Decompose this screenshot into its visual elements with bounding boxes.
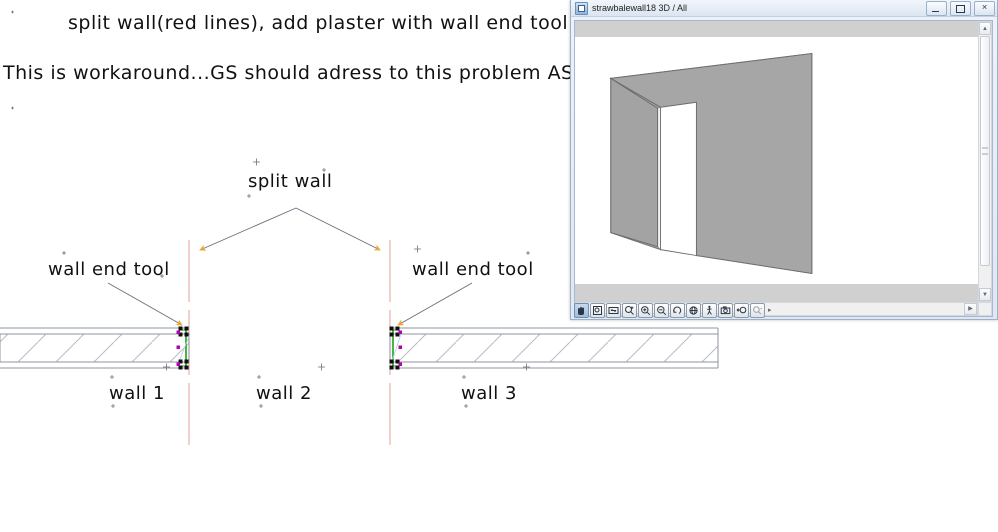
minimize-button[interactable] xyxy=(926,0,947,16)
window-title: strawbalewall18 3D / All xyxy=(592,3,688,13)
label-split-wall: split wall xyxy=(248,171,333,192)
wall-1-section[interactable] xyxy=(0,327,190,369)
wall-3-section[interactable] xyxy=(389,327,719,369)
label-wall-3: wall 3 xyxy=(461,383,517,404)
chevron-right-icon: ▶ xyxy=(968,306,973,312)
chevron-down-icon: ▼ xyxy=(982,291,988,298)
3d-view-window[interactable]: strawbalewall18 3D / All ✕ ▲ ▼ ▶ ▸ xyxy=(570,0,998,320)
toolbar-overflow-icon[interactable]: ▸ xyxy=(768,306,772,314)
scrollbar-corner xyxy=(978,302,992,316)
label-wall-end-tool-left: wall end tool xyxy=(48,259,170,280)
window-title-bar[interactable]: strawbalewall18 3D / All ✕ xyxy=(571,0,997,17)
zoom-out-tool[interactable] xyxy=(654,302,669,318)
scroll-down-button[interactable]: ▼ xyxy=(979,288,991,301)
leader-split-wall-right xyxy=(295,207,381,251)
zoom-dropdown-tool[interactable] xyxy=(750,302,765,318)
headline-1: split wall(red lines), add plaster with … xyxy=(68,12,569,34)
pan-hand-tool[interactable] xyxy=(574,302,589,318)
fit-in-window-tool[interactable] xyxy=(606,302,621,318)
close-icon: ✕ xyxy=(981,4,988,12)
3d-viewport[interactable] xyxy=(575,21,978,302)
label-wall-end-tool-right: wall end tool xyxy=(412,259,534,280)
3d-navigation-toolbar[interactable]: ▸ xyxy=(574,302,772,318)
close-button[interactable]: ✕ xyxy=(974,0,995,16)
globe-rotate-tool[interactable] xyxy=(686,302,701,318)
label-wall-1: wall 1 xyxy=(109,383,165,404)
3d-wall-model[interactable] xyxy=(575,21,978,302)
scroll-up-button[interactable]: ▲ xyxy=(979,22,991,35)
screenshot-root: split wall(red lines), add plaster with … xyxy=(0,0,998,532)
zoom-selection-tool[interactable] xyxy=(622,302,637,318)
leader-wall-end-tool-right xyxy=(397,282,473,326)
headline-2: This is workaround...GS should adress to… xyxy=(3,62,588,84)
window-control-buttons: ✕ xyxy=(926,0,995,16)
camera-tool[interactable] xyxy=(718,302,733,318)
leader-split-wall-left xyxy=(199,207,297,251)
maximize-button[interactable] xyxy=(950,0,971,16)
walk-through-tool[interactable] xyxy=(702,302,717,318)
label-wall-2: wall 2 xyxy=(256,383,312,404)
scroll-right-button[interactable]: ▶ xyxy=(964,303,977,315)
app-window-icon xyxy=(575,1,588,15)
vertical-scroll-thumb[interactable] xyxy=(980,36,990,266)
chevron-up-icon: ▲ xyxy=(982,25,988,32)
window-client-area: ▲ ▼ ◀ ▶ xyxy=(574,20,993,317)
leader-wall-end-tool-left xyxy=(107,282,183,326)
zoom-in-tool[interactable] xyxy=(638,302,653,318)
zoom-window-tool[interactable] xyxy=(590,302,605,318)
viewport-vertical-scrollbar[interactable]: ▲ ▼ xyxy=(978,21,992,302)
previous-zoom-tool[interactable] xyxy=(734,302,749,318)
orbit-tool[interactable] xyxy=(670,302,685,318)
